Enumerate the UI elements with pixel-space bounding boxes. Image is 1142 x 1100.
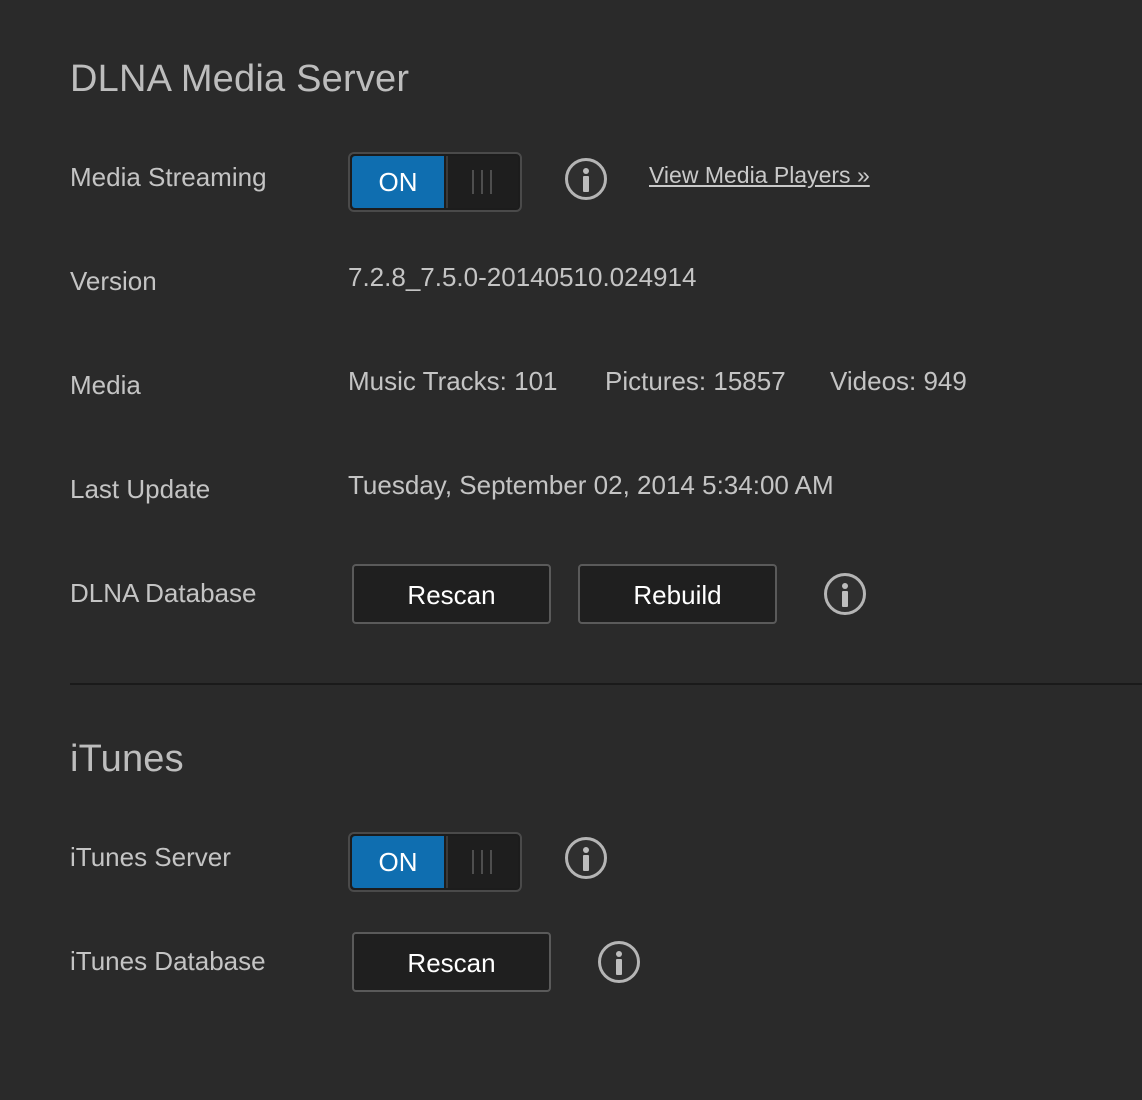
toggle-grip-icon — [446, 836, 518, 888]
music-tracks-count: Music Tracks: 101 — [348, 366, 558, 396]
media-streaming-label: Media Streaming — [70, 162, 267, 192]
itunes-database-info-icon[interactable] — [598, 941, 640, 983]
media-label: Media — [70, 370, 141, 400]
itunes-rescan-button[interactable]: Rescan — [352, 932, 551, 992]
toggle-on-label: ON — [352, 836, 444, 888]
toggle-on-label: ON — [352, 156, 444, 208]
section-divider — [70, 683, 1142, 685]
media-streaming-info-icon[interactable] — [565, 158, 607, 200]
version-label: Version — [70, 266, 157, 296]
videos-count: Videos: 949 — [830, 366, 967, 396]
itunes-server-info-icon[interactable] — [565, 837, 607, 879]
dlna-rebuild-button[interactable]: Rebuild — [578, 564, 777, 624]
itunes-server-toggle[interactable]: ON — [348, 832, 522, 892]
dlna-database-info-icon[interactable] — [824, 573, 866, 615]
pictures-count: Pictures: 15857 — [605, 366, 786, 396]
toggle-grip-icon — [446, 156, 518, 208]
version-value: 7.2.8_7.5.0-20140510.024914 — [348, 262, 697, 292]
dlna-section-title: DLNA Media Server — [70, 58, 410, 100]
itunes-database-label: iTunes Database — [70, 946, 266, 976]
last-update-value: Tuesday, September 02, 2014 5:34:00 AM — [348, 470, 834, 500]
itunes-server-label: iTunes Server — [70, 842, 231, 872]
media-streaming-toggle[interactable]: ON — [348, 152, 522, 212]
itunes-section-title: iTunes — [70, 738, 184, 780]
dlna-rescan-button[interactable]: Rescan — [352, 564, 551, 624]
dlna-database-label: DLNA Database — [70, 578, 257, 608]
view-media-players-link[interactable]: View Media Players » — [649, 162, 870, 189]
last-update-label: Last Update — [70, 474, 211, 504]
